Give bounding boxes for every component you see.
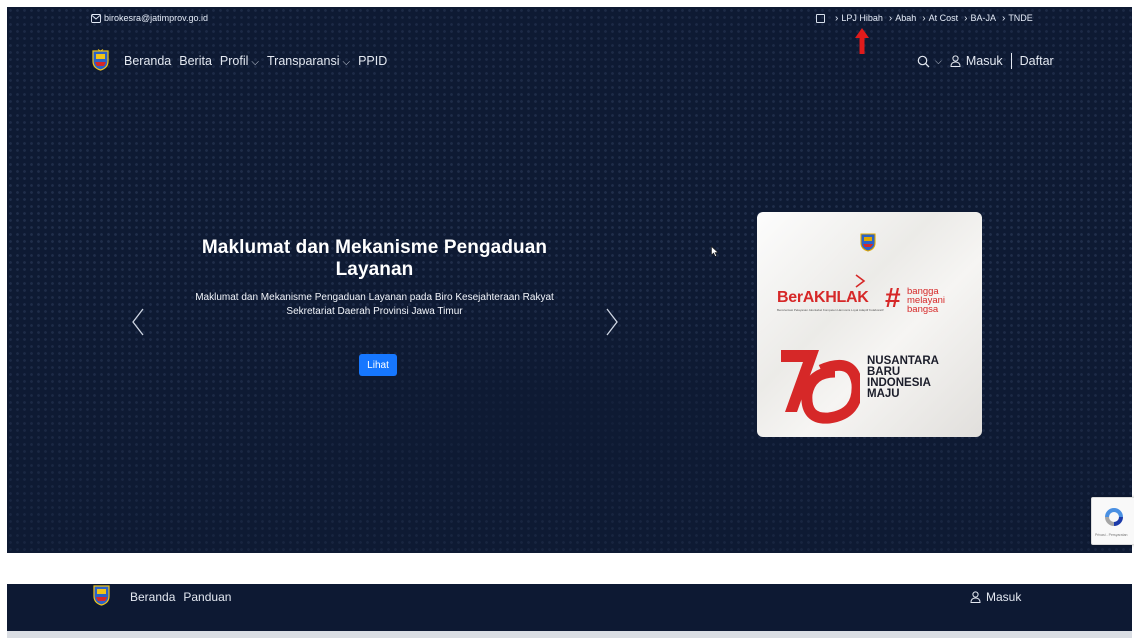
hero-slide: Maklumat dan Mekanisme Pengaduan Layanan…	[172, 237, 577, 319]
top-bar: birokesra@jatimprov.go.id › LPJ Hibah › Ab…	[7, 7, 1132, 31]
website-screenshot-top: birokesra@jatimprov.go.id › LPJ Hibah › Ab…	[7, 7, 1132, 553]
quick-link-at-cost[interactable]: › At Cost	[922, 13, 958, 23]
chevron-right-icon: ›	[964, 12, 968, 24]
square-icon[interactable]	[816, 13, 825, 23]
quick-link-tnde[interactable]: › TNDE	[1002, 13, 1033, 23]
chevron-down-icon: ⌵	[935, 55, 942, 66]
quick-link-label: Abah	[895, 13, 917, 23]
page-strip	[7, 631, 1132, 638]
login-link[interactable]: Masuk	[970, 590, 1021, 604]
login-label: Masuk	[965, 54, 1003, 68]
quick-link-label: LPJ Hibah	[841, 13, 883, 23]
main-nav: Beranda Berita Profil ⌵ Transparansi ⌵ PPI…	[7, 47, 1132, 77]
quick-link-label: TNDE	[1008, 13, 1033, 23]
search-button[interactable]: ⌵	[917, 55, 942, 68]
nav-right: ⌵ Masuk Daftar	[917, 53, 1054, 69]
quick-link-ba-ja[interactable]: › BA-JA	[964, 13, 996, 23]
nav-panduan[interactable]: Panduan	[183, 590, 231, 604]
slogan-word: bangsa	[907, 304, 939, 315]
nav-ppid[interactable]: PPID	[358, 54, 387, 68]
chevron-down-icon: ⌵	[342, 57, 351, 68]
login-link[interactable]: Masuk	[950, 54, 1003, 68]
chevron-right-icon: ›	[922, 12, 926, 24]
hut-ri-70-logo-icon	[781, 350, 860, 424]
nav-items: Beranda Berita Profil ⌵ Transparansi ⌵ PPI…	[124, 54, 387, 68]
chevron-down-icon: ⌵	[251, 57, 259, 68]
lihat-button[interactable]: Lihat	[359, 354, 397, 376]
register-link[interactable]: Daftar	[1020, 54, 1054, 68]
login-label: Masuk	[986, 590, 1022, 604]
chevron-right-icon: ›	[835, 12, 839, 24]
nav-beranda[interactable]: Beranda	[124, 54, 171, 68]
quick-link-label: BA-JA	[970, 13, 996, 23]
chevron-left-icon[interactable]	[131, 307, 145, 337]
nusantara-baru-slogan: NUSANTARA BARU INDONESIA MAJU	[867, 355, 939, 400]
quick-link-label: At Cost	[928, 13, 959, 23]
jatim-logo-icon[interactable]	[93, 584, 110, 606]
hero-subtitle: Maklumat dan Mekanisme Pengaduan Layanan…	[195, 292, 554, 317]
hashtag-symbol: #	[885, 282, 901, 313]
jatim-logo-icon[interactable]	[92, 49, 109, 71]
recaptcha-badge[interactable]: Privasi - Persyaratan	[1091, 497, 1134, 545]
nav-beranda[interactable]: Beranda	[130, 590, 175, 604]
recaptcha-icon	[1105, 508, 1123, 526]
nav-berita[interactable]: Berita	[179, 54, 212, 68]
chevron-right-icon: ›	[1001, 12, 1006, 24]
second-nav-items: Beranda Panduan	[130, 590, 231, 604]
bangga-melayani-bangsa-logo: # bangga melayani bangsa	[885, 282, 965, 322]
jatim-emblem-icon	[860, 233, 876, 252]
nav-transparansi-label: Transparansi	[267, 54, 340, 68]
email-text: birokesra@jatimprov.go.id	[104, 13, 209, 23]
mouse-cursor-icon	[711, 246, 719, 257]
nav-divider	[1010, 53, 1012, 69]
berakhlak-text: BerAKHLAK	[777, 289, 869, 306]
chevron-right-icon: ›	[888, 12, 893, 24]
chevron-right-icon[interactable]	[605, 307, 619, 337]
slogan-line: MAJU	[867, 388, 900, 400]
user-icon	[950, 55, 961, 67]
nav-transparansi[interactable]: Transparansi ⌵	[267, 54, 350, 68]
nav-profil-label: Profil	[219, 54, 249, 68]
mail-icon	[91, 13, 101, 23]
user-icon	[970, 591, 981, 603]
website-screenshot-bottom: Beranda Panduan Masuk	[7, 584, 1132, 638]
recaptcha-text: Privasi - Persyaratan	[1095, 533, 1128, 537]
quick-link-abah[interactable]: › Abah	[889, 13, 916, 23]
email-link[interactable]: birokesra@jatimprov.go.id	[91, 13, 208, 23]
berakhlak-tagline: Berorientasi Pelayanan Akuntabel Kompete…	[777, 308, 884, 312]
berakhlak-banner[interactable]: BerAKHLAK Berorientasi Pelayanan Akuntab…	[757, 212, 982, 437]
nav-profil[interactable]: Profil ⌵	[220, 54, 259, 68]
hero-title: Maklumat dan Mekanisme Pengaduan Layanan	[201, 237, 548, 280]
chevron-right-icon	[855, 274, 866, 288]
search-icon	[917, 55, 930, 67]
berakhlak-logo: BerAKHLAK Berorientasi Pelayanan Akuntab…	[777, 289, 883, 312]
quick-links: › LPJ Hibah › Abah › At Cost › BA-JA › TNDE	[816, 13, 1033, 23]
quick-link-lpj-hibah[interactable]: › LPJ Hibah	[835, 13, 883, 23]
